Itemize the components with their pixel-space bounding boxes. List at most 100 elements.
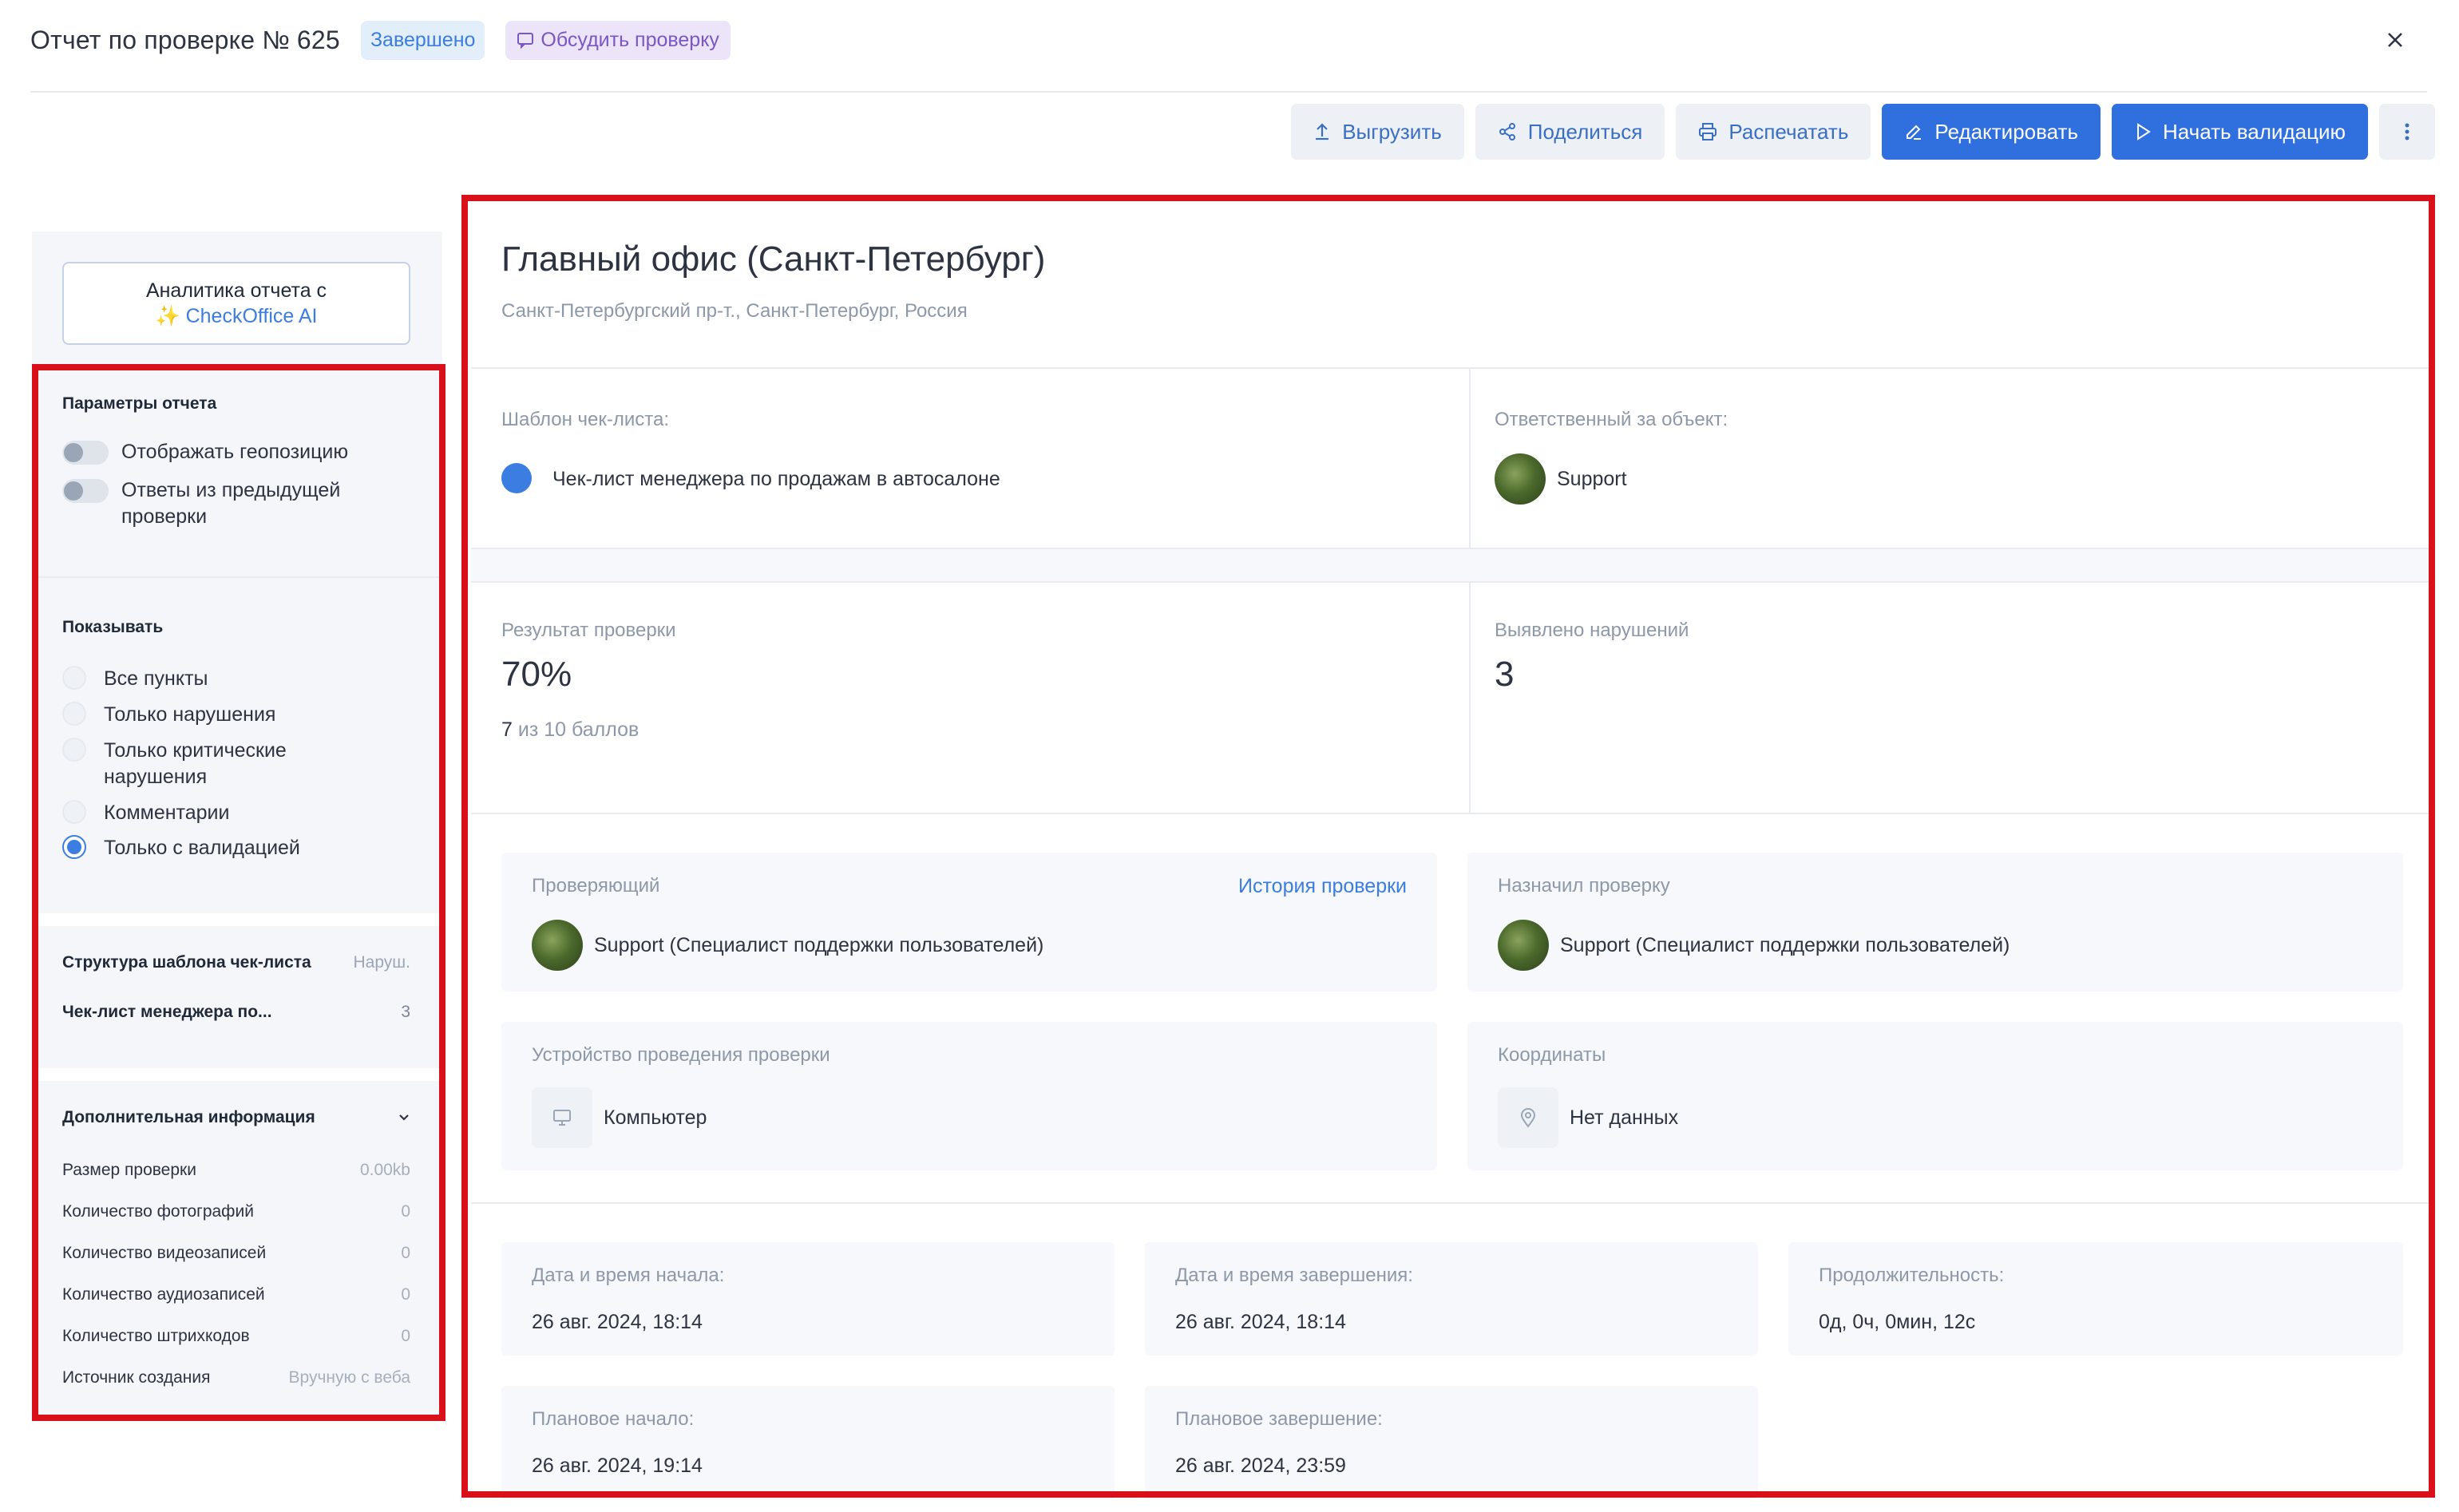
- section-gap: [32, 1068, 442, 1081]
- structure-section: Структура шаблона чек-листа Наруш. Чек-л…: [32, 926, 442, 1070]
- history-link[interactable]: История проверки: [1238, 875, 1407, 898]
- violations-label: Выявлено нарушений: [1495, 619, 1689, 641]
- info-value: 0: [401, 1327, 410, 1345]
- divider: [471, 367, 2433, 369]
- place-title: Главный офис (Санкт-Петербург): [501, 239, 1046, 279]
- start-value: 26 авг. 2024, 18:14: [532, 1311, 703, 1333]
- status-badge: Завершено: [360, 20, 485, 60]
- page-header: Отчет по проверке № 625 Завершено Обсуди…: [30, 18, 2411, 62]
- close-button[interactable]: [2379, 24, 2411, 56]
- info-row: Количество видеозаписей 0: [62, 1244, 410, 1263]
- radio-all-items[interactable]: Все пункты: [62, 666, 208, 692]
- inspector-value: Support (Специалист поддержки пользовате…: [594, 934, 1044, 956]
- device-label: Устройство проведения проверки: [532, 1044, 830, 1066]
- radio-button[interactable]: [62, 800, 86, 824]
- radio-critical-only[interactable]: Только критические нарушения: [62, 738, 334, 790]
- radio-label: Только нарушения: [104, 703, 276, 726]
- radio-comments[interactable]: Комментарии: [62, 800, 229, 826]
- ai-brand-suffix: AI: [294, 305, 318, 327]
- radio-label: Комментарии: [104, 802, 230, 824]
- radio-button[interactable]: [62, 666, 86, 690]
- radio-label: Только с валидацией: [104, 837, 300, 859]
- divider: [471, 813, 2433, 814]
- duration-tile: Продолжительность: 0д, 0ч, 0мин, 12с: [1788, 1242, 2403, 1356]
- edit-label: Редактировать: [1934, 119, 2078, 144]
- result-value: 70%: [501, 655, 572, 694]
- template-value[interactable]: Чек-лист менеджера по продажам в автосал…: [552, 468, 1000, 491]
- ai-analytics-button[interactable]: Аналитика отчета с ✨ CheckOffice AI: [62, 262, 410, 345]
- toggle-label: Ответы из предыдущей проверки: [121, 479, 341, 528]
- toggle-geoposition[interactable]: Отображать геопозицию: [62, 439, 348, 465]
- discuss-button[interactable]: Обсудить проверку: [505, 20, 731, 60]
- radio-button[interactable]: [62, 738, 86, 762]
- info-value: Вручную с веба: [288, 1368, 411, 1387]
- toggle-switch[interactable]: [62, 441, 109, 465]
- info-key: Количество штрихкодов: [62, 1327, 250, 1345]
- info-value: 0: [401, 1285, 410, 1304]
- play-icon: [2137, 123, 2151, 141]
- print-button[interactable]: Распечатать: [1676, 104, 1871, 160]
- report-params-title: Параметры отчета: [62, 394, 217, 413]
- inspector-label: Проверяющий: [532, 875, 660, 897]
- plan-end-value: 26 авг. 2024, 23:59: [1175, 1455, 1346, 1477]
- header-divider: [30, 91, 2427, 93]
- info-key: Источник создания: [62, 1368, 211, 1387]
- info-row: Количество аудиозаписей 0: [62, 1285, 410, 1304]
- plan-start-value: 26 авг. 2024, 19:14: [532, 1455, 703, 1477]
- ai-brand-name: CheckOffice: [185, 305, 295, 327]
- responsible-label: Ответственный за объект:: [1495, 409, 1728, 430]
- toggle-previous-answers[interactable]: Ответы из предыдущей проверки: [62, 477, 382, 529]
- share-button[interactable]: Поделиться: [1475, 104, 1665, 160]
- structure-title: Структура шаблона чек-листа: [62, 953, 311, 972]
- edit-button[interactable]: Редактировать: [1882, 104, 2101, 160]
- upload-icon: [1316, 123, 1329, 141]
- score-text: 7 из 10 баллов: [501, 718, 639, 742]
- start-label: Дата и время начала:: [532, 1265, 725, 1286]
- radio-with-validation[interactable]: Только с валидацией: [62, 835, 300, 861]
- violations-value: 3: [1495, 655, 1515, 694]
- inspector-tile: Проверяющий История проверки Support (Сп…: [501, 853, 1437, 992]
- show-title: Показывать: [62, 618, 164, 636]
- extra-info-toggle[interactable]: Дополнительная информация: [62, 1108, 410, 1127]
- structure-row-label: Чек-лист менеджера по...: [62, 1003, 272, 1021]
- coords-tile: Координаты Нет данных: [1467, 1022, 2403, 1170]
- duration-value: 0д, 0ч, 0мин, 12с: [1819, 1311, 1976, 1333]
- info-row: Источник создания Вручную с веба: [62, 1368, 410, 1387]
- radio-label: Все пункты: [104, 667, 208, 690]
- start-validation-button[interactable]: Начать валидацию: [2112, 104, 2368, 160]
- place-address: Санкт-Петербургский пр-т., Санкт-Петербу…: [501, 300, 968, 322]
- section-gap: [471, 549, 2433, 581]
- plan-start-tile: Плановое начало: 26 авг. 2024, 19:14: [501, 1386, 1115, 1499]
- result-label: Результат проверки: [501, 619, 676, 641]
- close-icon: [2388, 33, 2402, 47]
- share-label: Поделиться: [1527, 119, 1643, 144]
- toggle-label: Отображать геопозицию: [121, 441, 349, 463]
- divider: [471, 1202, 2433, 1204]
- export-label: Выгрузить: [1342, 119, 1442, 144]
- location-pin-icon: [1498, 1087, 1558, 1148]
- info-value: 0: [401, 1244, 410, 1262]
- start-validation-label: Начать валидацию: [2163, 119, 2346, 144]
- assigned-tile: Назначил проверку Support (Специалист по…: [1467, 853, 2403, 992]
- structure-row[interactable]: Чек-лист менеджера по... 3: [62, 1003, 410, 1022]
- share-icon: [1499, 123, 1515, 141]
- extra-info-section: Дополнительная информация Размер проверк…: [32, 1081, 442, 1418]
- report-params-section: Параметры отчета Отображать геопозицию О…: [32, 367, 442, 578]
- start-date-tile: Дата и время начала: 26 авг. 2024, 18:14: [501, 1242, 1115, 1356]
- template-color-dot: [501, 463, 532, 493]
- radio-button[interactable]: [62, 702, 86, 726]
- more-button[interactable]: [2379, 104, 2435, 160]
- end-value: 26 авг. 2024, 18:14: [1175, 1311, 1346, 1333]
- report-main-card: Главный офис (Санкт-Петербург) Санкт-Пет…: [471, 200, 2433, 1499]
- end-date-tile: Дата и время завершения: 26 авг. 2024, 1…: [1145, 1242, 1758, 1356]
- chevron-down-icon: [399, 1114, 409, 1121]
- computer-icon: [532, 1087, 592, 1148]
- radio-violations-only[interactable]: Только нарушения: [62, 702, 275, 728]
- divider: [471, 581, 2433, 583]
- toggle-switch[interactable]: [62, 479, 109, 503]
- device-tile: Устройство проведения проверки Компьютер: [501, 1022, 1437, 1170]
- radio-button-selected[interactable]: [62, 835, 86, 859]
- avatar: [532, 920, 583, 971]
- radio-label: Только критические нарушения: [104, 739, 287, 788]
- export-button[interactable]: Выгрузить: [1291, 104, 1464, 160]
